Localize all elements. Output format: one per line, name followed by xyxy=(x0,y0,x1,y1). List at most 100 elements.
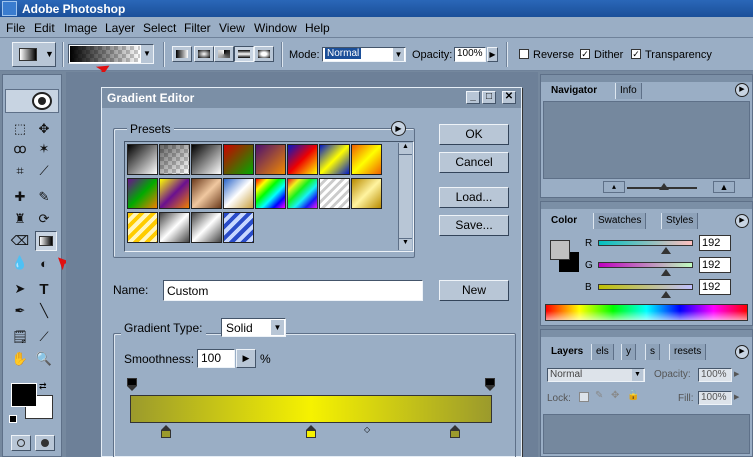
lasso-tool-icon[interactable]: ꝏ xyxy=(9,139,31,159)
tab-color[interactable]: Color xyxy=(547,213,581,229)
load-button[interactable]: Load... xyxy=(439,187,509,208)
preset-copper-gradient-icon[interactable] xyxy=(191,178,222,209)
zoom-slider-thumb[interactable] xyxy=(659,183,669,190)
zoom-tool-icon[interactable]: 🔍 xyxy=(33,349,55,369)
quick-mask-mode-icon[interactable] xyxy=(35,435,55,451)
opacity-input[interactable]: 100% xyxy=(454,47,486,62)
tab-navigator[interactable]: Navigator xyxy=(547,83,601,99)
smoothness-slider-arrow-icon[interactable]: ▶ xyxy=(236,349,256,368)
preset-transparent-rainbow-gradient-icon[interactable] xyxy=(287,178,318,209)
channel-b-thumb[interactable] xyxy=(661,291,671,298)
opacity-stop-right[interactable] xyxy=(485,378,495,392)
preset-silver-gradient-icon[interactable] xyxy=(191,212,222,243)
new-button[interactable]: New xyxy=(439,280,509,301)
tab-styles[interactable]: Styles xyxy=(661,213,699,229)
preset-chrome-gradient-icon[interactable] xyxy=(223,178,254,209)
preset-yellow-violet-orange-gradient-icon[interactable] xyxy=(159,178,190,209)
default-colors-icon[interactable] xyxy=(9,415,17,423)
tab-history[interactable]: s xyxy=(645,344,660,360)
menu-filter[interactable]: Filter xyxy=(184,21,211,35)
minimize-icon[interactable]: _ xyxy=(466,91,480,104)
blend-mode-select[interactable]: Normal ▼ xyxy=(547,368,645,382)
marquee-tool-icon[interactable]: ⬚ xyxy=(9,119,31,139)
transparency-checkbox[interactable]: ✓ xyxy=(631,49,641,59)
channel-r-thumb[interactable] xyxy=(661,247,671,254)
pen-tool-icon[interactable]: ✒ xyxy=(9,301,31,321)
reverse-checkbox[interactable] xyxy=(519,49,529,59)
chevron-down-icon[interactable]: ▼ xyxy=(141,45,153,63)
maximize-icon[interactable]: □ xyxy=(482,91,496,104)
preset-violet-orange-gradient-icon[interactable] xyxy=(255,144,286,175)
color-stop-right[interactable] xyxy=(450,425,460,438)
menu-file[interactable]: File xyxy=(6,21,25,35)
panel-menu-icon[interactable]: ▶ xyxy=(735,83,749,97)
healing-brush-tool-icon[interactable]: ✚ xyxy=(9,187,31,207)
presets-scrollbar[interactable]: ▲ ▼ xyxy=(398,143,412,250)
blur-tool-icon[interactable]: 💧 xyxy=(9,253,31,273)
tab-swatches[interactable]: Swatches xyxy=(593,213,647,229)
channel-g-slider[interactable] xyxy=(598,262,693,268)
lock-move-icon[interactable]: ✥ xyxy=(611,390,619,401)
mode-select[interactable]: Normal ▼ xyxy=(322,47,406,62)
tool-preset-picker[interactable]: ▼ xyxy=(12,42,56,67)
preset-black-white-gradient-icon[interactable] xyxy=(191,144,222,175)
type-tool-icon[interactable]: T xyxy=(33,279,55,299)
ok-button[interactable]: OK xyxy=(439,124,509,145)
linear-gradient-button[interactable] xyxy=(172,46,192,62)
name-input[interactable]: Custom xyxy=(163,280,423,301)
channel-b-input[interactable]: 192 xyxy=(699,279,731,295)
foreground-color-chip[interactable] xyxy=(550,240,570,260)
panel-menu-icon[interactable]: ▶ xyxy=(735,345,749,359)
scroll-up-icon[interactable]: ▲ xyxy=(399,143,412,155)
layer-opacity-arrow-icon[interactable]: ▶ xyxy=(734,368,744,382)
preset-yellow-stripes-gradient-icon[interactable] xyxy=(127,212,158,243)
reflected-gradient-button[interactable] xyxy=(234,46,254,62)
channel-r-input[interactable]: 192 xyxy=(699,235,731,251)
tab-paths[interactable]: y xyxy=(621,344,636,360)
gradient-type-select[interactable]: Solid ▼ xyxy=(221,318,286,337)
presets-menu-icon[interactable]: ▶ xyxy=(391,121,406,136)
preset-transparent-gradient-icon[interactable] xyxy=(159,144,190,175)
preset-blue-yellow-blue-gradient-icon[interactable] xyxy=(319,144,350,175)
preset-silver-gradient-icon[interactable] xyxy=(159,212,190,243)
lock-transparency-icon[interactable] xyxy=(579,392,589,402)
channel-r-slider[interactable] xyxy=(598,240,693,246)
clone-stamp-tool-icon[interactable]: ♜ xyxy=(9,209,31,229)
preset-orange-yellow-orange-gradient-icon[interactable] xyxy=(351,144,382,175)
preset-blue-red-yellow-gradient-icon[interactable] xyxy=(287,144,318,175)
angle-gradient-button[interactable] xyxy=(214,46,234,62)
tab-channels[interactable]: els xyxy=(591,344,614,360)
crop-tool-icon[interactable]: ⌗ xyxy=(9,161,31,181)
cancel-button[interactable]: Cancel xyxy=(439,152,509,173)
gradient-preview-bar[interactable] xyxy=(130,395,492,423)
preset-gold-gradient-icon[interactable] xyxy=(351,178,382,209)
tab-layers[interactable]: Layers xyxy=(547,344,587,360)
close-icon[interactable]: ✕ xyxy=(502,91,516,104)
preset-red-green-gradient-icon[interactable] xyxy=(223,144,254,175)
menu-help[interactable]: Help xyxy=(305,21,330,35)
hand-tool-icon[interactable]: ✋ xyxy=(9,349,31,369)
move-tool-icon[interactable]: ✥ xyxy=(33,119,55,139)
eraser-tool-icon[interactable]: ⌫ xyxy=(9,231,31,251)
preset-violet-green-orange-gradient-icon[interactable] xyxy=(127,178,158,209)
menu-layer[interactable]: Layer xyxy=(105,21,135,35)
zoom-out-icon[interactable]: ▴ xyxy=(603,181,625,193)
history-brush-tool-icon[interactable]: ⟳ xyxy=(33,209,55,229)
radial-gradient-button[interactable] xyxy=(194,46,214,62)
slice-tool-icon[interactable]: ⟋ xyxy=(33,161,55,181)
line-tool-icon[interactable]: ╲ xyxy=(33,301,55,321)
color-stop-middle[interactable] xyxy=(306,425,316,438)
dither-checkbox[interactable]: ✓ xyxy=(580,49,590,59)
diamond-gradient-button[interactable] xyxy=(254,46,274,62)
preset-blue-stripes-gradient-icon[interactable] xyxy=(223,212,254,243)
brush-tool-icon[interactable]: ✎ xyxy=(33,187,55,207)
preset-transparent-stripes-gradient-icon[interactable] xyxy=(319,178,350,209)
color-midpoint-diamond-icon[interactable]: ◇ xyxy=(364,425,370,434)
path-selection-tool-icon[interactable]: ➤ xyxy=(9,279,31,299)
opacity-stop-left[interactable] xyxy=(127,378,137,392)
smoothness-input[interactable]: 100 xyxy=(197,349,235,368)
menu-edit[interactable]: Edit xyxy=(34,21,55,35)
menu-select[interactable]: Select xyxy=(143,21,176,35)
preset-spectrum-gradient-icon[interactable] xyxy=(255,178,286,209)
magic-wand-tool-icon[interactable]: ✶ xyxy=(33,139,55,159)
